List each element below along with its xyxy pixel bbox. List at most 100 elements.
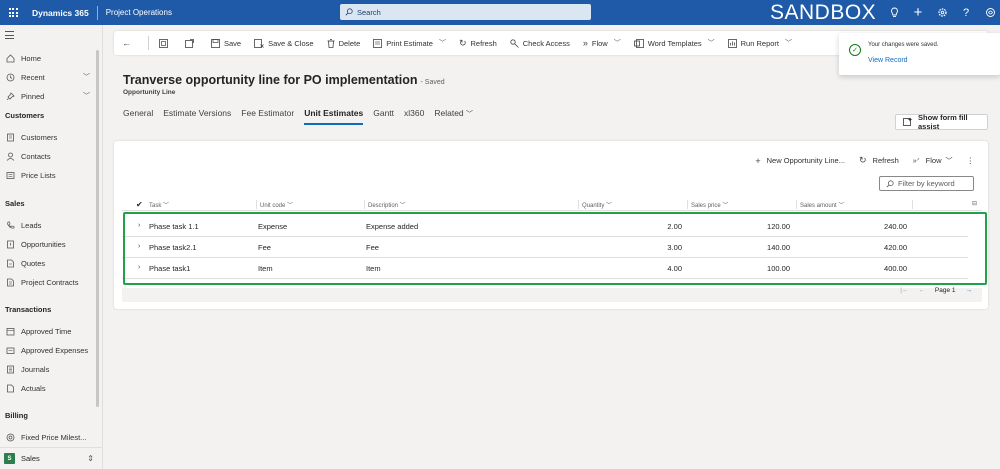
sidebar-item-quotes[interactable]: Quotes [5, 258, 95, 268]
sidebar-item-pinned[interactable]: Pinned ﹀ [5, 91, 95, 101]
open-new-window-button[interactable] [185, 38, 198, 48]
tab-estimate-versions[interactable]: Estimate Versions [163, 108, 231, 125]
tab-gantt[interactable]: Gantt [373, 108, 394, 125]
unit-estimates-grid: + New Opportunity Line... ↻ Refresh »ᐟ F… [114, 141, 988, 309]
cell-task[interactable]: Phase task 1.1 [149, 222, 199, 231]
cell-sales-price: 120.00 [767, 222, 790, 231]
grid-flow-button[interactable]: »ᐟ Flow ﹀ [913, 156, 953, 166]
area-badge: S [4, 453, 15, 464]
lightbulb-icon[interactable] [888, 7, 900, 19]
sidebar-item-project-contracts[interactable]: Project Contracts [5, 277, 95, 287]
view-record-link[interactable]: View Record [868, 57, 908, 64]
back-button[interactable]: ← [122, 38, 135, 48]
column-header-description[interactable]: Description ﹀ [368, 200, 406, 209]
next-page-icon[interactable]: → [966, 287, 973, 294]
new-opportunity-line-button[interactable]: + New Opportunity Line... [755, 156, 845, 166]
grid-refresh-button[interactable]: ↻ Refresh [859, 155, 899, 166]
column-header-unit-code[interactable]: Unit code ﹀ [260, 200, 293, 209]
sidebar-item-customers[interactable]: Customers [5, 132, 95, 142]
run-report-label: Run Report [740, 38, 779, 48]
save-close-button[interactable]: Save & Close [254, 39, 314, 48]
tab-unit-estimates[interactable]: Unit Estimates [304, 108, 364, 125]
group-title-billing: Billing [5, 411, 28, 420]
filter-input[interactable]: Filter by keyword [879, 176, 974, 191]
sidebar-item-opportunities[interactable]: Opportunities [5, 239, 95, 249]
column-header-sales-price[interactable]: Sales price ﹀ [691, 200, 728, 209]
expense-icon [5, 345, 15, 355]
sidebar-item-label: Project Contracts [21, 277, 79, 287]
chevron-right-icon[interactable]: › [138, 222, 140, 229]
open-new-window-icon [185, 38, 194, 48]
app-launcher-icon[interactable] [2, 0, 24, 25]
sidebar-item-approved-time[interactable]: Approved Time [5, 326, 95, 336]
group-title-sales: Sales [5, 199, 25, 208]
flow-button[interactable]: » Flow ﹀ [583, 38, 621, 48]
check-access-button[interactable]: Check Access [510, 39, 570, 48]
print-estimate-button[interactable]: Print Estimate ﹀ [373, 38, 446, 48]
tab-general[interactable]: General [123, 108, 153, 125]
previous-page-icon[interactable]: ← [918, 287, 925, 294]
table-row[interactable]: › Phase task1 Item Item 4.00 100.00 400.… [122, 258, 968, 279]
delete-icon [327, 38, 335, 48]
cell-description: Fee [366, 243, 379, 252]
sidebar-item-leads[interactable]: Leads [5, 220, 95, 230]
word-templates-button[interactable]: Word Templates ﹀ [633, 38, 715, 48]
sidebar-item-actuals[interactable]: Actuals [5, 383, 95, 393]
milestone-icon [5, 432, 15, 442]
first-page-icon[interactable]: |← [900, 287, 908, 294]
column-header-sales-amount[interactable]: Sales amount ﹀ [800, 200, 844, 209]
plus-icon[interactable]: + [912, 4, 924, 21]
run-report-button[interactable]: Run Report ﹀ [727, 38, 792, 48]
form-tabs: General Estimate Versions Fee Estimator … [123, 108, 483, 125]
tab-xl360[interactable]: xl360 [404, 108, 424, 125]
sidebar-item-contacts[interactable]: Contacts [5, 151, 95, 161]
app-name[interactable]: Project Operations [106, 8, 172, 17]
table-row[interactable]: › Phase task 1.1 Expense Expense added 2… [122, 216, 968, 237]
sidebar-item-journals[interactable]: Journals [5, 364, 95, 374]
save-button[interactable]: Save [211, 39, 241, 48]
column-label: Description [368, 203, 399, 209]
refresh-button[interactable]: ↻ Refresh [459, 38, 497, 49]
cell-description: Expense added [366, 222, 419, 231]
cell-task[interactable]: Phase task1 [149, 264, 190, 273]
document-icon [5, 383, 15, 393]
divider [96, 5, 98, 20]
search-box[interactable]: Search [340, 4, 591, 20]
chevron-right-icon[interactable]: › [138, 264, 140, 271]
refresh-icon: ↻ [858, 155, 867, 165]
form-view-button[interactable] [159, 38, 172, 48]
copilot-icon[interactable] [984, 7, 996, 19]
sidebar-item-label: Fixed Price Milest... [21, 432, 87, 442]
hamburger-icon[interactable] [5, 31, 14, 39]
sidebar-item-home[interactable]: Home [5, 53, 95, 63]
word-templates-label: Word Templates [647, 38, 702, 48]
more-options-icon[interactable]: ⋮ [967, 156, 975, 165]
chevron-down-icon[interactable]: ﹀ [83, 91, 90, 101]
table-row[interactable]: › Phase task2.1 Fee Fee 3.00 140.00 420.… [122, 237, 968, 258]
sidebar-item-approved-expenses[interactable]: Approved Expenses [5, 345, 95, 355]
select-all-checkbox[interactable]: ✔ [136, 200, 143, 209]
column-header-task[interactable]: Task ﹀ [149, 200, 169, 209]
sidebar-item-recent[interactable]: Recent ﹀ [5, 72, 95, 82]
tab-related[interactable]: Related ﹀ [434, 108, 473, 125]
chevron-down-icon[interactable]: ﹀ [83, 72, 90, 82]
cell-sales-price: 140.00 [767, 243, 790, 252]
sidebar-item-fixed-price-milestones[interactable]: Fixed Price Milest... [5, 432, 95, 442]
column-settings-icon[interactable]: ⊟ [972, 200, 977, 207]
area-switcher[interactable]: S Sales ⇕ [0, 447, 102, 469]
group-title-customers: Customers [5, 111, 45, 120]
sidebar-scrollbar[interactable] [96, 50, 99, 407]
gear-icon[interactable] [936, 7, 948, 19]
sidebar-item-price-lists[interactable]: Price Lists [5, 170, 95, 180]
cell-task[interactable]: Phase task2.1 [149, 243, 197, 252]
column-header-quantity[interactable]: Quantity ﹀ [582, 200, 612, 209]
help-icon[interactable]: ? [960, 7, 972, 19]
cell-sales-amount: 400.00 [884, 264, 907, 273]
form-fill-assist-button[interactable]: Show form fill assist [895, 113, 988, 131]
check-access-label: Check Access [522, 38, 570, 48]
grid-horizontal-scrollbar[interactable] [122, 288, 982, 302]
brand-name[interactable]: Dynamics 365 [32, 8, 89, 18]
delete-button[interactable]: Delete [327, 38, 360, 48]
chevron-right-icon[interactable]: › [138, 243, 140, 250]
tab-fee-estimator[interactable]: Fee Estimator [241, 108, 294, 125]
